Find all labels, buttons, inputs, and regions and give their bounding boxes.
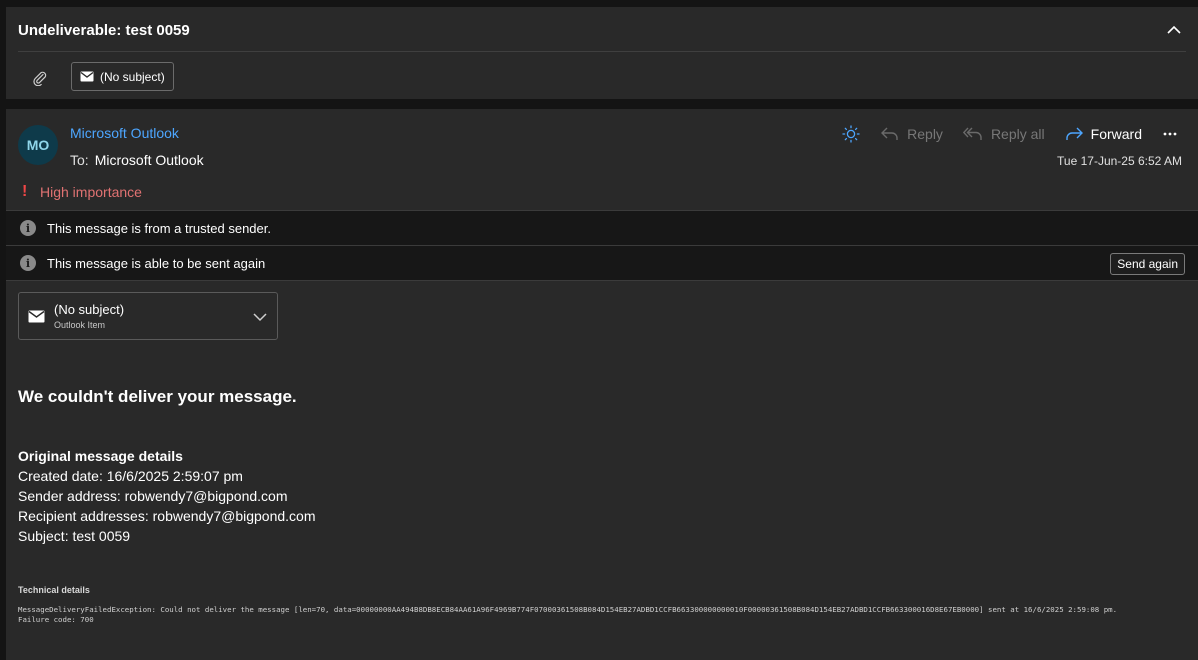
attached-outlook-item[interactable]: (No subject) Outlook Item [18,292,278,340]
mail-icon [28,309,46,323]
send-again-button[interactable]: Send again [1110,253,1185,275]
paperclip-icon[interactable] [30,68,50,88]
mail-icon [80,71,94,82]
message-actions: Reply Reply all Forward [841,123,1180,145]
attachment-chip-label: (No subject) [100,69,165,84]
sender-name[interactable]: Microsoft Outlook [70,125,179,141]
message-panel: MO Microsoft Outlook To: Microsoft Outloo… [6,109,1198,660]
attached-item-texts: (No subject) Outlook Item [54,302,124,330]
created-date: Created date: 16/6/2025 2:59:07 pm [18,468,243,484]
original-message-details: Original message details Created date: 1… [18,446,316,546]
reply-button[interactable]: Reply [881,126,943,142]
forward-button[interactable]: Forward [1065,126,1142,142]
attached-item-subtitle: Outlook Item [54,320,106,330]
collapse-button[interactable] [1164,19,1184,39]
more-options-button[interactable] [1160,132,1180,136]
brightness-icon[interactable] [841,124,861,144]
info-icon: i [20,255,36,271]
subject-title: Undeliverable: test 0059 [18,22,190,39]
trusted-sender-text: This message is from a trusted sender. [47,220,271,236]
technical-details: MessageDeliveryFailedException: Could no… [18,605,1188,625]
delivery-headline: We couldn't deliver your message. [18,387,297,406]
forward-label: Forward [1090,126,1142,142]
divider [18,51,1186,52]
subject-panel: Undeliverable: test 0059 (No subject) [6,7,1198,99]
failure-code: Failure code: 700 [18,615,94,624]
reply-label: Reply [907,126,943,142]
more-horizontal-icon [1163,132,1177,136]
sender-address: Sender address: robwendy7@bigpond.com [18,488,288,504]
chevron-up-icon [1167,25,1181,34]
attachment-chip[interactable]: (No subject) [71,62,174,91]
technical-details-title: Technical details [18,585,90,595]
resend-text: This message is able to be sent again [47,255,266,271]
original-subject: Subject: test 0059 [18,528,131,544]
info-icon: i [20,220,36,236]
importance-banner: ! High importance [22,183,142,201]
details-title: Original message details [18,448,183,464]
avatar[interactable]: MO [18,125,58,165]
reply-all-button[interactable]: Reply all [962,126,1045,142]
reply-icon [881,127,898,140]
importance-label: High importance [40,184,142,200]
trusted-sender-bar: i This message is from a trusted sender. [6,210,1198,245]
recipient-name[interactable]: Microsoft Outlook [95,152,204,168]
technical-exception: MessageDeliveryFailedException: Could no… [18,605,1118,614]
to-label: To: [70,152,89,168]
resend-bar: i This message is able to be sent again … [6,245,1198,281]
high-importance-icon: ! [22,183,28,200]
forward-icon [1065,127,1083,140]
recipient-addresses: Recipient addresses: robwendy7@bigpond.c… [18,508,316,524]
chevron-down-icon[interactable] [252,309,268,325]
reply-all-icon [962,127,982,140]
reply-all-label: Reply all [990,126,1045,142]
message-date: Tue 17-Jun-25 6:52 AM [1057,154,1182,168]
recipient-line: To: Microsoft Outlook [70,152,204,168]
attached-item-title: (No subject) [54,302,125,317]
